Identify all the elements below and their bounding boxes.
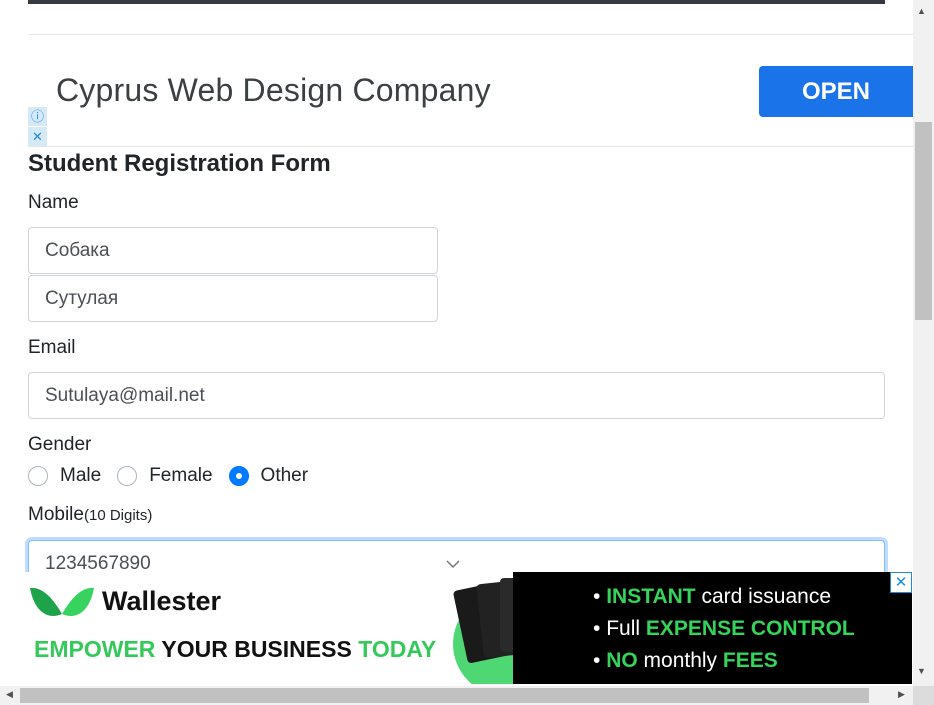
slogan-part-b: YOUR BUSINESS xyxy=(155,636,359,662)
bullet1-text: card issuance xyxy=(695,585,832,608)
ad-right-panel[interactable]: • INSTANT card issuance • Full EXPENSE C… xyxy=(513,572,912,684)
gender-radio-group: Male Female Other xyxy=(28,462,324,490)
scroll-down-icon[interactable]: ▼ xyxy=(917,666,926,676)
ad-close-icon[interactable]: ✕ xyxy=(890,572,912,593)
slogan-part-c: TODAY xyxy=(358,636,437,662)
mobile-label-text: Mobile xyxy=(28,504,84,525)
close-icon[interactable]: ✕ xyxy=(28,127,47,146)
gender-label: Gender xyxy=(28,434,92,455)
chevron-down-icon xyxy=(446,560,460,569)
scrollbar-corner xyxy=(913,686,934,705)
bullet2-strong: EXPENSE CONTROL xyxy=(645,617,855,640)
gender-female-radio[interactable] xyxy=(117,466,138,486)
gender-female-label[interactable]: Female xyxy=(149,465,212,487)
gender-male-radio[interactable] xyxy=(28,466,48,486)
bullet3-strong: NO xyxy=(606,649,638,672)
bullet1-strong: INSTANT xyxy=(606,585,696,608)
ad-choices[interactable]: ⓘ ✕ xyxy=(28,107,48,147)
bullet3-strong-2: FEES xyxy=(722,649,778,672)
ad-slogan: EMPOWER YOUR BUSINESS TODAY xyxy=(34,636,436,663)
wallester-logo-icon xyxy=(30,587,94,616)
horizontal-scroll-thumb[interactable] xyxy=(20,688,869,703)
bullet2-text: Full xyxy=(606,617,646,640)
last-name-field[interactable] xyxy=(28,275,438,322)
gender-male-label[interactable]: Male xyxy=(60,465,101,487)
ad-bullet-3: • NO monthly FEES xyxy=(593,649,778,672)
email-field[interactable] xyxy=(28,372,885,419)
slogan-part-a: EMPOWER xyxy=(34,636,156,662)
info-icon[interactable]: ⓘ xyxy=(28,107,47,126)
name-label: Name xyxy=(28,192,79,213)
gender-other-radio[interactable] xyxy=(228,466,249,486)
ad-title[interactable]: Cyprus Web Design Company xyxy=(56,72,491,109)
ad-brand: Wallester xyxy=(102,586,222,616)
vertical-scrollbar[interactable]: ▲ ▼ xyxy=(913,0,934,686)
page-title: Student Registration Form xyxy=(28,150,331,177)
email-label: Email xyxy=(28,337,76,358)
top-ad-banner[interactable]: Cyprus Web Design Company OPEN xyxy=(28,34,913,147)
ad-bullet-1: • INSTANT card issuance xyxy=(593,585,832,608)
scroll-up-icon[interactable]: ▲ xyxy=(917,6,926,16)
bullet3-text: monthly xyxy=(637,649,723,672)
page-top-bar xyxy=(28,0,885,4)
mobile-hint: (10 Digits) xyxy=(83,507,153,524)
ad-left-panel[interactable]: Wallester EMPOWER YOUR BUSINESS TODAY xyxy=(0,572,460,684)
vertical-scroll-thumb[interactable] xyxy=(915,122,932,320)
scroll-right-icon[interactable]: ▶ xyxy=(898,689,905,700)
ad-open-button[interactable]: OPEN xyxy=(759,66,913,117)
mobile-label: Mobile(10 Digits) xyxy=(28,504,152,526)
bottom-ad-banner[interactable]: Wallester EMPOWER YOUR BUSINESS TODAY • … xyxy=(0,572,912,684)
scroll-left-icon[interactable]: ◀ xyxy=(6,689,13,700)
first-name-field[interactable] xyxy=(28,227,438,274)
horizontal-scrollbar[interactable]: ◀ ▶ xyxy=(0,686,913,705)
gender-other-label[interactable]: Other xyxy=(261,465,309,487)
ad-bullet-2: • Full EXPENSE CONTROL xyxy=(593,617,855,640)
